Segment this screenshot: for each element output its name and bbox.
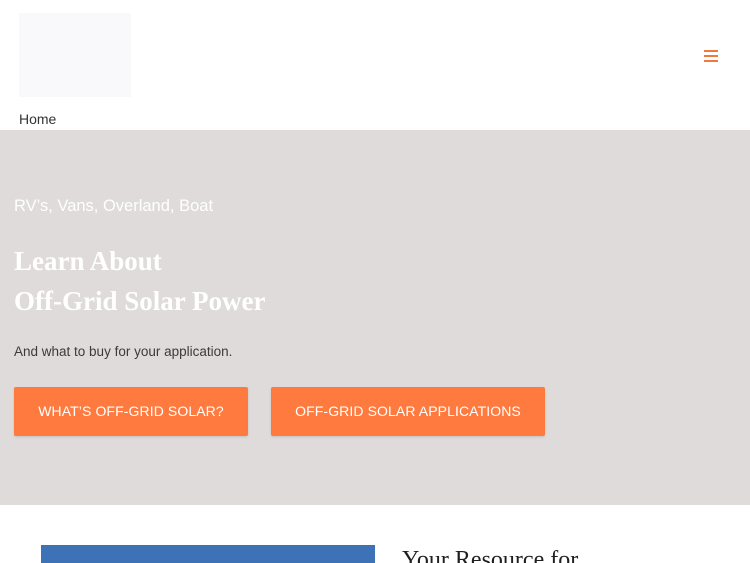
content-section: Your Resource for xyxy=(0,505,750,563)
menu-bar xyxy=(704,60,718,62)
hero-title-line-1: Learn About xyxy=(14,246,162,276)
section-heading: Your Resource for xyxy=(402,547,579,563)
hero-section: RV’s, Vans, Overland, Boat Learn About O… xyxy=(0,130,750,505)
hamburger-menu-icon[interactable] xyxy=(700,46,722,66)
hero-subtitle: And what to buy for your application. xyxy=(14,344,233,359)
site-header: Home xyxy=(0,0,750,130)
off-grid-solar-applications-button[interactable]: OFF-GRID SOLAR APPLICATIONS xyxy=(271,387,545,436)
hero-title-line-2: Off-Grid Solar Power xyxy=(14,286,266,316)
whats-off-grid-solar-button[interactable]: WHAT’S OFF-GRID SOLAR? xyxy=(14,387,248,436)
site-logo[interactable] xyxy=(19,13,131,97)
hero-title: Learn About Off-Grid Solar Power xyxy=(14,241,265,321)
hero-kicker: RV’s, Vans, Overland, Boat xyxy=(14,197,214,215)
menu-bar xyxy=(704,55,718,57)
menu-bar xyxy=(704,50,718,52)
breadcrumb-home[interactable]: Home xyxy=(19,111,56,127)
feature-image xyxy=(41,545,375,563)
